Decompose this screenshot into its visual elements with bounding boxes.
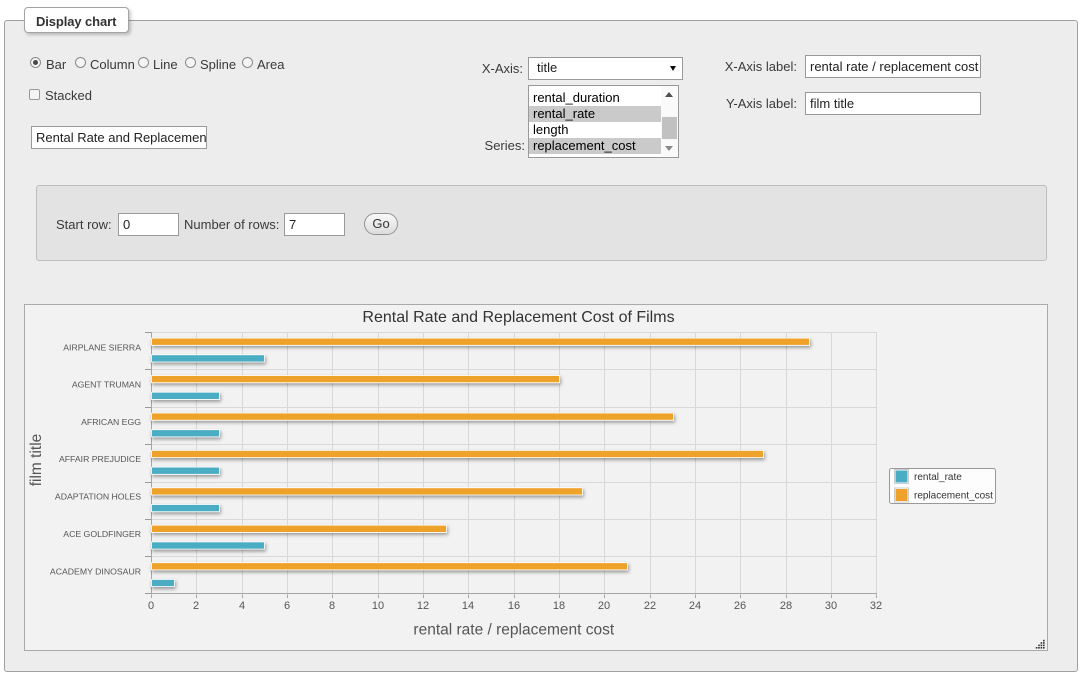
svg-text:ADAPTATION HOLES: ADAPTATION HOLES bbox=[55, 492, 141, 502]
svg-text:0: 0 bbox=[148, 600, 154, 612]
svg-text:film title: film title bbox=[28, 434, 45, 487]
svg-text:6: 6 bbox=[284, 600, 290, 612]
svg-text:AFRICAN EGG: AFRICAN EGG bbox=[81, 417, 141, 427]
svg-text:2: 2 bbox=[193, 600, 199, 612]
svg-text:ACE GOLDFINGER: ACE GOLDFINGER bbox=[63, 529, 141, 539]
svg-text:Rental Rate and Replacement Co: Rental Rate and Replacement Cost of Film… bbox=[362, 309, 674, 326]
svg-text:14: 14 bbox=[462, 600, 474, 612]
svg-text:AFFAIR PREJUDICE: AFFAIR PREJUDICE bbox=[59, 454, 141, 464]
svg-text:24: 24 bbox=[689, 600, 701, 612]
svg-text:18: 18 bbox=[553, 600, 565, 612]
svg-text:AGENT TRUMAN: AGENT TRUMAN bbox=[72, 379, 141, 389]
svg-text:replacement_cost: replacement_cost bbox=[914, 491, 993, 502]
svg-text:30: 30 bbox=[825, 600, 837, 612]
svg-text:8: 8 bbox=[329, 600, 335, 612]
svg-text:rental rate / replacement cost: rental rate / replacement cost bbox=[413, 622, 614, 639]
svg-text:28: 28 bbox=[780, 600, 792, 612]
svg-text:rental_rate: rental_rate bbox=[914, 472, 962, 483]
svg-text:26: 26 bbox=[734, 600, 746, 612]
svg-text:16: 16 bbox=[508, 600, 520, 612]
svg-text:4: 4 bbox=[239, 600, 245, 612]
svg-text:12: 12 bbox=[417, 600, 429, 612]
svg-text:10: 10 bbox=[372, 600, 384, 612]
svg-text:32: 32 bbox=[870, 600, 882, 612]
svg-text:20: 20 bbox=[598, 600, 610, 612]
svg-text:ACADEMY DINOSAUR: ACADEMY DINOSAUR bbox=[50, 566, 141, 576]
svg-text:AIRPLANE SIERRA: AIRPLANE SIERRA bbox=[63, 342, 141, 352]
svg-text:22: 22 bbox=[644, 600, 656, 612]
